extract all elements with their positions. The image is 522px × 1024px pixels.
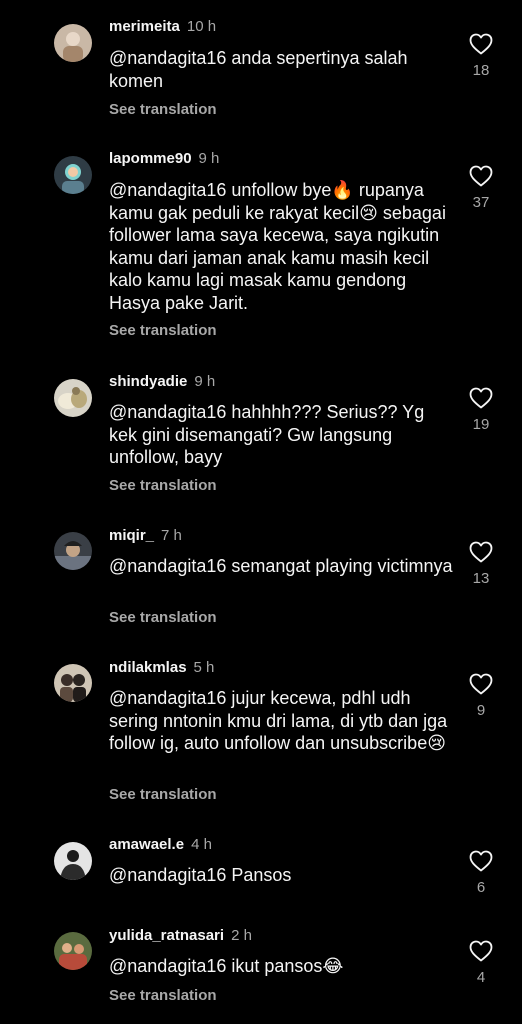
avatar[interactable]	[54, 932, 92, 970]
timestamp: 10 h	[186, 18, 217, 35]
see-translation-link[interactable]: See translation	[109, 786, 217, 803]
avatar[interactable]	[54, 379, 92, 417]
comment-text: @nandagita16 Pansos	[109, 865, 292, 885]
username[interactable]: shindyadie	[109, 373, 187, 390]
like-control: 4	[466, 940, 496, 986]
avatar[interactable]	[54, 664, 92, 702]
comment-item: miqir_ 7 h @nandagita16 semangat playing …	[0, 510, 522, 645]
heart-outline-icon[interactable]	[469, 541, 493, 563]
comment-item: lapomme90 9 h @nandagita16 unfollow bye🔥 …	[0, 130, 522, 350]
avatar[interactable]	[54, 156, 92, 194]
timestamp: 4 h	[191, 836, 212, 853]
like-count: 9	[476, 702, 486, 719]
like-control: 6	[466, 850, 496, 896]
see-translation-link[interactable]: See translation	[109, 477, 217, 494]
comment-header: ndilakmlas 5 h	[109, 659, 214, 677]
avatar[interactable]	[54, 532, 92, 570]
like-count: 19	[472, 416, 490, 433]
heart-outline-icon[interactable]	[469, 940, 493, 962]
username[interactable]: ndilakmlas	[109, 659, 187, 676]
heart-outline-icon[interactable]	[469, 33, 493, 55]
comment-text: @nandagita16 jujur kecewa, pdhl udh seri…	[109, 688, 448, 753]
see-translation-link[interactable]: See translation	[109, 609, 217, 626]
username[interactable]: merimeita	[109, 18, 180, 35]
heart-outline-icon[interactable]	[469, 673, 493, 695]
like-count: 37	[472, 194, 490, 211]
timestamp: 2 h	[231, 927, 252, 944]
see-translation-link[interactable]: See translation	[109, 101, 217, 118]
comment-header: shindyadie 9 h	[109, 373, 215, 391]
comment-text: @nandagita16 hahhhh??? Serius?? Yg kek g…	[109, 402, 425, 467]
like-control: 37	[466, 165, 496, 211]
username[interactable]: amawael.e	[109, 836, 184, 853]
comment-item: shindyadie 9 h @nandagita16 hahhhh??? Ser…	[0, 350, 522, 510]
heart-outline-icon[interactable]	[469, 850, 493, 872]
comment-text: @nandagita16 semangat playing victimnya	[109, 556, 453, 576]
like-control: 18	[466, 33, 496, 79]
username[interactable]: yulida_ratnasari	[109, 927, 224, 944]
username[interactable]: miqir_	[109, 527, 154, 544]
comment-header: lapomme90 9 h	[109, 150, 219, 168]
comment-text: @nandagita16 anda sepertinya salah komen	[109, 48, 408, 91]
timestamp: 9 h	[194, 373, 216, 390]
avatar[interactable]	[54, 842, 92, 880]
comment-header: miqir_ 7 h	[109, 527, 182, 545]
timestamp: 7 h	[161, 527, 182, 544]
username[interactable]: lapomme90	[109, 150, 192, 167]
like-control: 19	[466, 387, 496, 433]
comment-header: yulida_ratnasari 2 h	[109, 927, 252, 945]
like-count: 4	[476, 969, 486, 986]
comment-item: yulida_ratnasari 2 h @nandagita16 ikut pa…	[0, 920, 522, 1024]
like-control: 9	[466, 673, 496, 719]
comment-text: @nandagita16 unfollow bye🔥 rupanya kamu …	[109, 180, 446, 313]
comment-item: merimeita 10 h @nandagita16 anda sepertin…	[0, 0, 522, 130]
comment-text: @nandagita16 ikut pansos😂	[109, 956, 344, 976]
comment-header: merimeita 10 h	[109, 18, 216, 36]
like-count: 6	[476, 879, 486, 896]
like-control: 13	[466, 541, 496, 587]
timestamp: 5 h	[193, 659, 215, 676]
comment-item: amawael.e 4 h @nandagita16 Pansos 6	[0, 825, 522, 920]
avatar[interactable]	[54, 24, 92, 62]
see-translation-link[interactable]: See translation	[109, 322, 217, 339]
heart-outline-icon[interactable]	[469, 165, 493, 187]
timestamp: 9 h	[198, 150, 220, 167]
like-count: 13	[472, 570, 490, 587]
comment-item: ndilakmlas 5 h @nandagita16 jujur kecewa,…	[0, 645, 522, 825]
heart-outline-icon[interactable]	[469, 387, 493, 409]
like-count: 18	[472, 62, 490, 79]
comment-header: amawael.e 4 h	[109, 836, 212, 854]
see-translation-link[interactable]: See translation	[109, 987, 217, 1004]
